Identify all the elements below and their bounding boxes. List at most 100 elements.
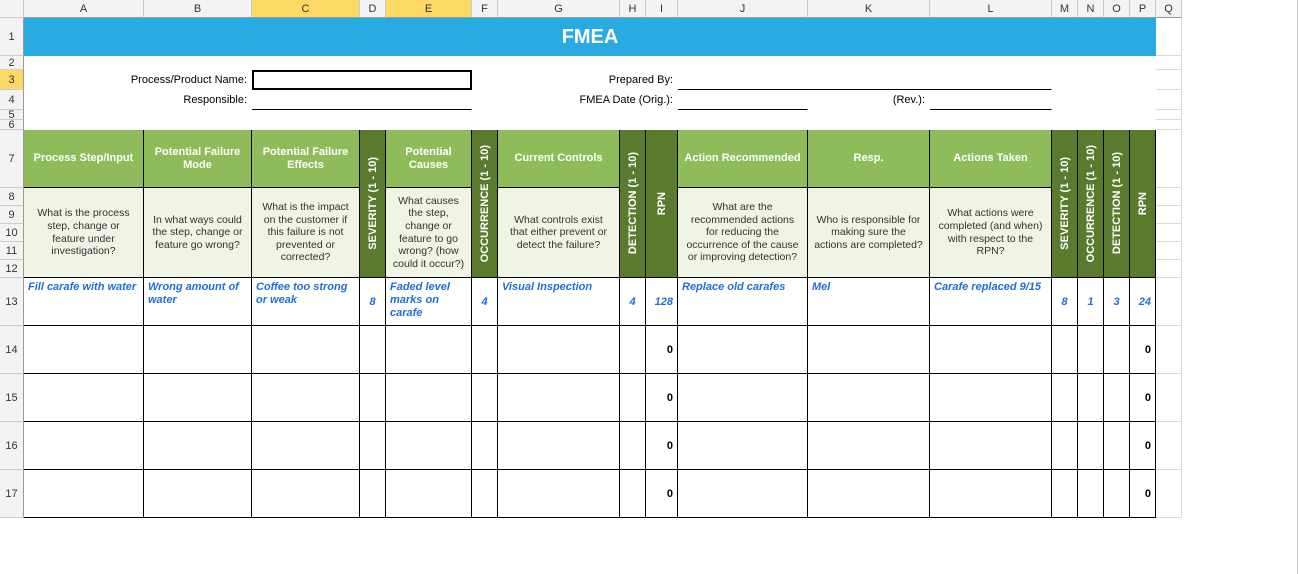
cell-r14-det[interactable] xyxy=(620,326,646,374)
cell-r16-det2[interactable] xyxy=(1104,422,1130,470)
cell-Q13[interactable] xyxy=(1156,278,1182,326)
product-name-input[interactable] xyxy=(252,70,472,90)
cell-r14-sev[interactable] xyxy=(360,326,386,374)
row-header-12[interactable]: 12 xyxy=(0,260,24,278)
col-header-A[interactable]: A xyxy=(24,0,144,18)
cell-r16-sev2[interactable] xyxy=(1052,422,1078,470)
cell-r13-taken[interactable]: Carafe replaced 9/15 xyxy=(930,278,1052,326)
cell-Q3[interactable] xyxy=(1156,70,1182,90)
cell-Q14[interactable] xyxy=(1156,326,1182,374)
cell-r14-resp[interactable] xyxy=(808,326,930,374)
cell-r17-process[interactable] xyxy=(24,470,144,518)
cell-r15-rpn2[interactable]: 0 xyxy=(1130,374,1156,422)
cell-r14-causes[interactable] xyxy=(386,326,472,374)
cell-r17-resp[interactable] xyxy=(808,470,930,518)
cell-r15-action[interactable] xyxy=(678,374,808,422)
col-header-Q[interactable]: Q xyxy=(1156,0,1182,18)
cell-r17-causes[interactable] xyxy=(386,470,472,518)
cell-r16-mode[interactable] xyxy=(144,422,252,470)
row-header-17[interactable]: 17 xyxy=(0,470,24,518)
cell-r16-causes[interactable] xyxy=(386,422,472,470)
cell-Q7[interactable] xyxy=(1156,130,1182,188)
row-header-9[interactable]: 9 xyxy=(0,206,24,224)
cell-r13-det2[interactable]: 3 xyxy=(1104,278,1130,326)
cell-r15-det2[interactable] xyxy=(1104,374,1130,422)
cell-Q2[interactable] xyxy=(1156,56,1182,70)
cell-r13-causes[interactable]: Faded level marks on carafe xyxy=(386,278,472,326)
row-header-13[interactable]: 13 xyxy=(0,278,24,326)
col-header-L[interactable]: L xyxy=(930,0,1052,18)
cell-r16-effects[interactable] xyxy=(252,422,360,470)
cell-r13-process[interactable]: Fill carafe with water xyxy=(24,278,144,326)
cell-r14-action[interactable] xyxy=(678,326,808,374)
col-header-D[interactable]: D xyxy=(360,0,386,18)
row-header-7[interactable]: 7 xyxy=(0,130,24,188)
cell-r16-occ[interactable] xyxy=(472,422,498,470)
cell-r17-action[interactable] xyxy=(678,470,808,518)
cell-r13-sev[interactable]: 8 xyxy=(360,278,386,326)
cell-r15-resp[interactable] xyxy=(808,374,930,422)
cell-r14-rpn2[interactable]: 0 xyxy=(1130,326,1156,374)
row-header-4[interactable]: 4 xyxy=(0,90,24,110)
cell-Q4[interactable] xyxy=(1156,90,1182,110)
row-header-11[interactable]: 11 xyxy=(0,242,24,260)
cell-r15-rpn[interactable]: 0 xyxy=(646,374,678,422)
row-header-16[interactable]: 16 xyxy=(0,422,24,470)
cell-Q5[interactable] xyxy=(1156,110,1182,120)
cell-r13-sev2[interactable]: 8 xyxy=(1052,278,1078,326)
cell-r14-sev2[interactable] xyxy=(1052,326,1078,374)
cell-Q8[interactable] xyxy=(1156,188,1182,206)
cell-r17-occ[interactable] xyxy=(472,470,498,518)
cell-r13-occ2[interactable]: 1 xyxy=(1078,278,1104,326)
cell-r13-action[interactable]: Replace old carafes xyxy=(678,278,808,326)
cell-r16-process[interactable] xyxy=(24,422,144,470)
cell-r13-occ[interactable]: 4 xyxy=(472,278,498,326)
cell-r16-action[interactable] xyxy=(678,422,808,470)
cell-Q17[interactable] xyxy=(1156,470,1182,518)
cell-r17-rpn[interactable]: 0 xyxy=(646,470,678,518)
cell-r15-process[interactable] xyxy=(24,374,144,422)
cell-r16-occ2[interactable] xyxy=(1078,422,1104,470)
col-header-I[interactable]: I xyxy=(646,0,678,18)
cell-r15-occ[interactable] xyxy=(472,374,498,422)
cell-r16-controls[interactable] xyxy=(498,422,620,470)
cell-r15-mode[interactable] xyxy=(144,374,252,422)
row-header-10[interactable]: 10 xyxy=(0,224,24,242)
cell-r13-effects[interactable]: Coffee too strong or weak xyxy=(252,278,360,326)
cell-r15-effects[interactable] xyxy=(252,374,360,422)
col-header-G[interactable]: G xyxy=(498,0,620,18)
cell-r17-occ2[interactable] xyxy=(1078,470,1104,518)
cell-r15-sev[interactable] xyxy=(360,374,386,422)
cell-r16-sev[interactable] xyxy=(360,422,386,470)
cell-Q12[interactable] xyxy=(1156,260,1182,278)
cell-r14-taken[interactable] xyxy=(930,326,1052,374)
col-header-O[interactable]: O xyxy=(1104,0,1130,18)
cell-r13-controls[interactable]: Visual Inspection xyxy=(498,278,620,326)
cell-r14-mode[interactable] xyxy=(144,326,252,374)
cell-r17-mode[interactable] xyxy=(144,470,252,518)
cell-r13-resp[interactable]: Mel xyxy=(808,278,930,326)
col-header-J[interactable]: J xyxy=(678,0,808,18)
row-header-14[interactable]: 14 xyxy=(0,326,24,374)
prepared-by-input[interactable] xyxy=(678,70,1052,90)
cell-r13-rpn[interactable]: 128 xyxy=(646,278,678,326)
col-header-F[interactable]: F xyxy=(472,0,498,18)
col-header-K[interactable]: K xyxy=(808,0,930,18)
row-header-8[interactable]: 8 xyxy=(0,188,24,206)
cell-r14-occ2[interactable] xyxy=(1078,326,1104,374)
col-header-B[interactable]: B xyxy=(144,0,252,18)
cell-r14-rpn[interactable]: 0 xyxy=(646,326,678,374)
cell-r16-rpn[interactable]: 0 xyxy=(646,422,678,470)
col-header-N[interactable]: N xyxy=(1078,0,1104,18)
cell-r14-det2[interactable] xyxy=(1104,326,1130,374)
cell-r14-occ[interactable] xyxy=(472,326,498,374)
row-header-3[interactable]: 3 xyxy=(0,70,24,90)
cell-r16-taken[interactable] xyxy=(930,422,1052,470)
col-header-C[interactable]: C xyxy=(252,0,360,18)
cell-r13-det[interactable]: 4 xyxy=(620,278,646,326)
cell-r13-rpn2[interactable]: 24 xyxy=(1130,278,1156,326)
cell-r16-rpn2[interactable]: 0 xyxy=(1130,422,1156,470)
col-header-P[interactable]: P xyxy=(1130,0,1156,18)
select-all-corner[interactable] xyxy=(0,0,24,18)
cell-r15-causes[interactable] xyxy=(386,374,472,422)
